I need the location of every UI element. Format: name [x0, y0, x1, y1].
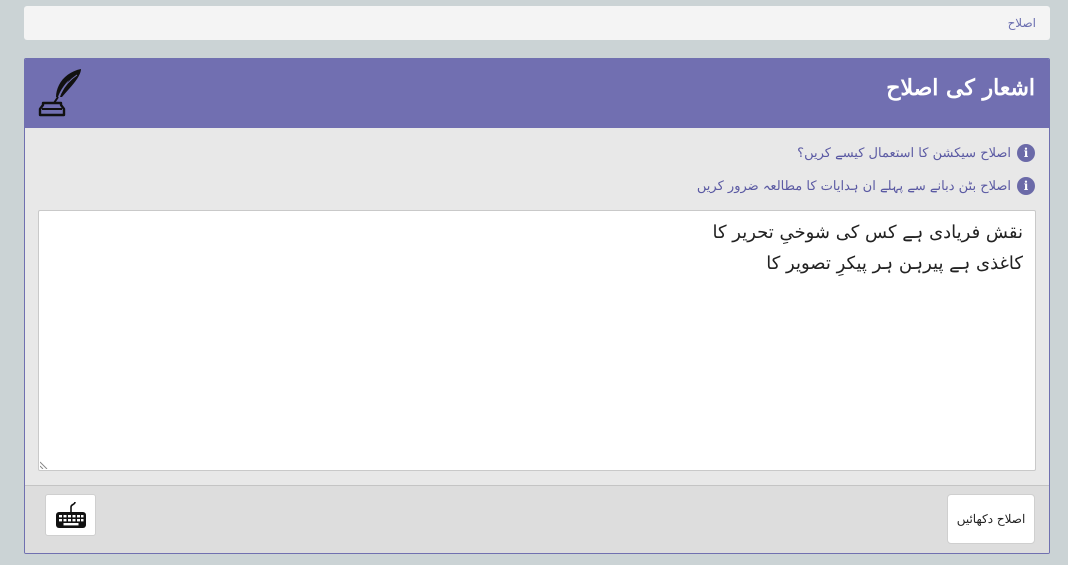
quill-inkwell-icon — [38, 69, 81, 117]
panel-header: اشعار کی اصلاح — [25, 59, 1049, 128]
info-row-how-to-use: i اصلاح سیکشن کا استعمال کیسے کریں؟ — [797, 144, 1035, 162]
breadcrumb-item-islah[interactable]: اصلاح — [1008, 16, 1036, 30]
poetry-input[interactable]: نقش فریادی ہے کس کی شوخیِ تحریر کا کاغذی… — [38, 210, 1036, 471]
poem-line: کاغذی ہے پیرہن ہر پیکرِ تصویر کا — [766, 253, 1023, 274]
info-row-instructions: i اصلاح بٹن دبانے سے پہلے ان ہدایات کا م… — [697, 177, 1035, 195]
islah-panel: اشعار کی اصلاح i اصلاح سیکشن کا استعمال … — [24, 58, 1050, 554]
poem-line: نقش فریادی ہے کس کی شوخیِ تحریر کا — [712, 222, 1024, 243]
panel-title: اشعار کی اصلاح — [886, 75, 1035, 101]
panel-footer: اصلاح دکھائیں — [25, 485, 1049, 553]
keyboard-icon — [55, 501, 86, 528]
how-to-use-link[interactable]: اصلاح سیکشن کا استعمال کیسے کریں؟ — [797, 146, 1011, 161]
keyboard-button[interactable] — [45, 494, 96, 536]
info-icon: i — [1017, 144, 1035, 162]
instructions-link[interactable]: اصلاح بٹن دبانے سے پہلے ان ہدایات کا مطا… — [697, 179, 1011, 194]
show-islah-button[interactable]: اصلاح دکھائیں — [947, 494, 1035, 544]
resize-grip-icon[interactable] — [40, 461, 48, 469]
breadcrumb: اصلاح — [24, 6, 1050, 40]
info-icon: i — [1017, 177, 1035, 195]
